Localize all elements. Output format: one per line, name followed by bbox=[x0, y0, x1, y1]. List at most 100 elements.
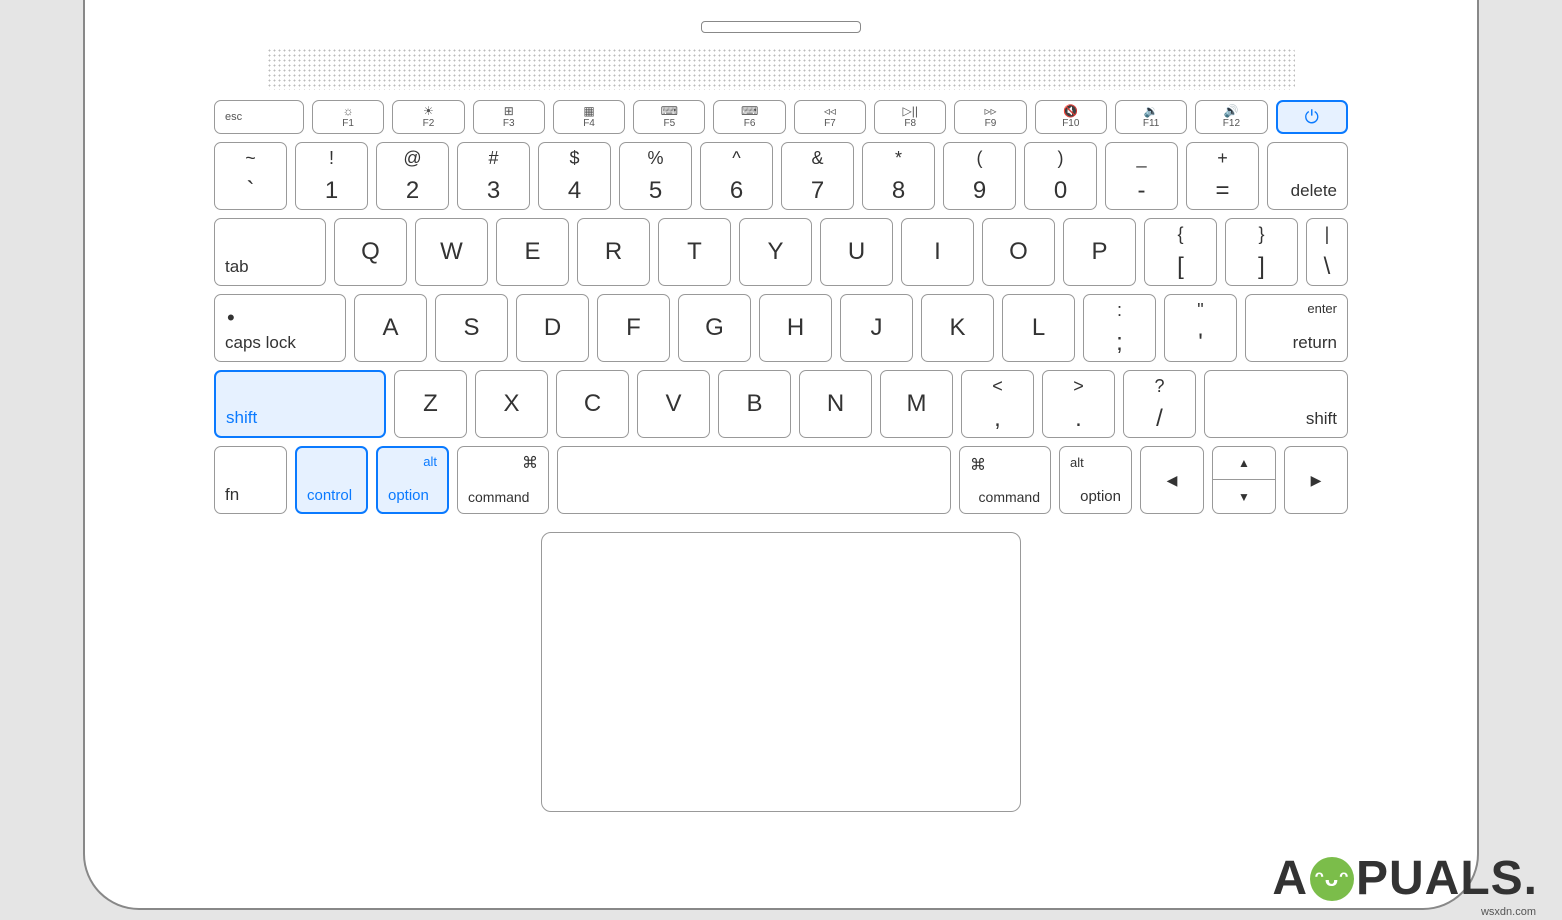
key-tab[interactable]: tab bbox=[214, 218, 326, 286]
key-q[interactable]: Q bbox=[334, 218, 407, 286]
volume-down-icon: 🔉 bbox=[1144, 105, 1159, 117]
key-f[interactable]: F bbox=[597, 294, 670, 362]
key-backtick[interactable]: ~` bbox=[214, 142, 287, 210]
key-f9[interactable]: ▹▹F9 bbox=[954, 100, 1026, 134]
key-right-option[interactable]: altoption bbox=[1059, 446, 1132, 514]
key-power[interactable]: ⏻ bbox=[1276, 100, 1348, 134]
key-f4[interactable]: ▦F4 bbox=[553, 100, 625, 134]
shift-row: shift Z X C V B N M <, >. ?/ shift bbox=[214, 370, 1348, 438]
key-quote[interactable]: "' bbox=[1164, 294, 1237, 362]
key-2[interactable]: @2 bbox=[376, 142, 449, 210]
key-v[interactable]: V bbox=[637, 370, 710, 438]
key-s[interactable]: S bbox=[435, 294, 508, 362]
key-7[interactable]: &7 bbox=[781, 142, 854, 210]
key-period[interactable]: >. bbox=[1042, 370, 1115, 438]
key-arrow-down[interactable]: ▼ bbox=[1212, 480, 1276, 514]
qwerty-row: tab Q W E R T Y U I O P {[ }] |\ bbox=[214, 218, 1348, 286]
key-f3[interactable]: ⊞F3 bbox=[473, 100, 545, 134]
key-bracket-close[interactable]: }] bbox=[1225, 218, 1298, 286]
rewind-icon: ◃◃ bbox=[824, 105, 836, 117]
key-comma[interactable]: <, bbox=[961, 370, 1034, 438]
key-a[interactable]: A bbox=[354, 294, 427, 362]
key-arrow-left[interactable]: ◀ bbox=[1140, 446, 1204, 514]
command-icon: ⌘ bbox=[970, 455, 986, 475]
key-minus[interactable]: _- bbox=[1105, 142, 1178, 210]
key-fn[interactable]: fn bbox=[214, 446, 287, 514]
play-pause-icon: ▷|| bbox=[902, 105, 917, 117]
arrow-cluster: ◀ ▲ ▼ ▶ bbox=[1140, 446, 1348, 514]
key-l[interactable]: L bbox=[1002, 294, 1075, 362]
key-4[interactable]: $4 bbox=[538, 142, 611, 210]
key-5[interactable]: %5 bbox=[619, 142, 692, 210]
key-backslash[interactable]: |\ bbox=[1306, 218, 1348, 286]
key-right-command[interactable]: ⌘command bbox=[959, 446, 1051, 514]
key-right-shift[interactable]: shift bbox=[1204, 370, 1348, 438]
key-d[interactable]: D bbox=[516, 294, 589, 362]
key-f2[interactable]: ☀F2 bbox=[392, 100, 464, 134]
key-slash[interactable]: ?/ bbox=[1123, 370, 1196, 438]
key-p[interactable]: P bbox=[1063, 218, 1136, 286]
key-i[interactable]: I bbox=[901, 218, 974, 286]
key-x[interactable]: X bbox=[475, 370, 548, 438]
key-space[interactable] bbox=[557, 446, 951, 514]
key-j[interactable]: J bbox=[840, 294, 913, 362]
key-return[interactable]: enterreturn bbox=[1245, 294, 1348, 362]
power-icon: ⏻ bbox=[1305, 107, 1319, 128]
watermark-logo: A ᵔᴗᵔ PUALS. bbox=[1272, 851, 1538, 906]
key-f8[interactable]: ▷||F8 bbox=[874, 100, 946, 134]
key-bracket-open[interactable]: {[ bbox=[1144, 218, 1217, 286]
key-f1[interactable]: ☼F1 bbox=[312, 100, 384, 134]
key-8[interactable]: *8 bbox=[862, 142, 935, 210]
key-t[interactable]: T bbox=[658, 218, 731, 286]
key-f5[interactable]: ⌨F5 bbox=[633, 100, 705, 134]
key-o[interactable]: O bbox=[982, 218, 1055, 286]
mute-icon: 🔇 bbox=[1063, 105, 1078, 117]
key-f10[interactable]: 🔇F10 bbox=[1035, 100, 1107, 134]
key-g[interactable]: G bbox=[678, 294, 751, 362]
launchpad-icon: ▦ bbox=[583, 105, 594, 117]
key-w[interactable]: W bbox=[415, 218, 488, 286]
key-left-shift[interactable]: shift bbox=[214, 370, 386, 438]
key-arrow-up[interactable]: ▲ bbox=[1212, 446, 1276, 480]
key-f6[interactable]: ⌨F6 bbox=[713, 100, 785, 134]
key-caps-lock[interactable]: •caps lock bbox=[214, 294, 346, 362]
brightness-up-icon: ☀ bbox=[423, 105, 434, 117]
brightness-down-icon: ☼ bbox=[343, 105, 354, 117]
key-y[interactable]: Y bbox=[739, 218, 812, 286]
home-row: •caps lock A S D F G H J K L :; "' enter… bbox=[214, 294, 1348, 362]
fast-forward-icon: ▹▹ bbox=[984, 105, 996, 117]
function-row: esc ☼F1 ☀F2 ⊞F3 ▦F4 ⌨F5 ⌨F6 ◃◃F7 ▷||F8 ▹… bbox=[214, 100, 1348, 134]
key-left-command[interactable]: ⌘command bbox=[457, 446, 549, 514]
esc-label: esc bbox=[225, 111, 242, 123]
key-3[interactable]: #3 bbox=[457, 142, 530, 210]
key-r[interactable]: R bbox=[577, 218, 650, 286]
key-0[interactable]: )0 bbox=[1024, 142, 1097, 210]
key-9[interactable]: (9 bbox=[943, 142, 1016, 210]
bottom-row: fn control altoption ⌘command ⌘command a… bbox=[214, 446, 1348, 514]
key-z[interactable]: Z bbox=[394, 370, 467, 438]
hinge-notch bbox=[701, 21, 861, 33]
key-k[interactable]: K bbox=[921, 294, 994, 362]
key-6[interactable]: ^6 bbox=[700, 142, 773, 210]
key-c[interactable]: C bbox=[556, 370, 629, 438]
key-esc[interactable]: esc bbox=[214, 100, 304, 134]
key-n[interactable]: N bbox=[799, 370, 872, 438]
keyboard-dim-icon: ⌨ bbox=[661, 105, 678, 117]
key-1[interactable]: !1 bbox=[295, 142, 368, 210]
appuals-face-icon: ᵔᴗᵔ bbox=[1310, 857, 1354, 901]
key-delete[interactable]: delete bbox=[1267, 142, 1348, 210]
trackpad[interactable] bbox=[541, 532, 1021, 812]
key-f11[interactable]: 🔉F11 bbox=[1115, 100, 1187, 134]
key-f12[interactable]: 🔊F12 bbox=[1195, 100, 1267, 134]
key-m[interactable]: M bbox=[880, 370, 953, 438]
key-equals[interactable]: += bbox=[1186, 142, 1259, 210]
key-h[interactable]: H bbox=[759, 294, 832, 362]
key-e[interactable]: E bbox=[496, 218, 569, 286]
key-b[interactable]: B bbox=[718, 370, 791, 438]
key-semicolon[interactable]: :; bbox=[1083, 294, 1156, 362]
key-control[interactable]: control bbox=[295, 446, 368, 514]
key-f7[interactable]: ◃◃F7 bbox=[794, 100, 866, 134]
key-arrow-right[interactable]: ▶ bbox=[1284, 446, 1348, 514]
key-left-option[interactable]: altoption bbox=[376, 446, 449, 514]
key-u[interactable]: U bbox=[820, 218, 893, 286]
